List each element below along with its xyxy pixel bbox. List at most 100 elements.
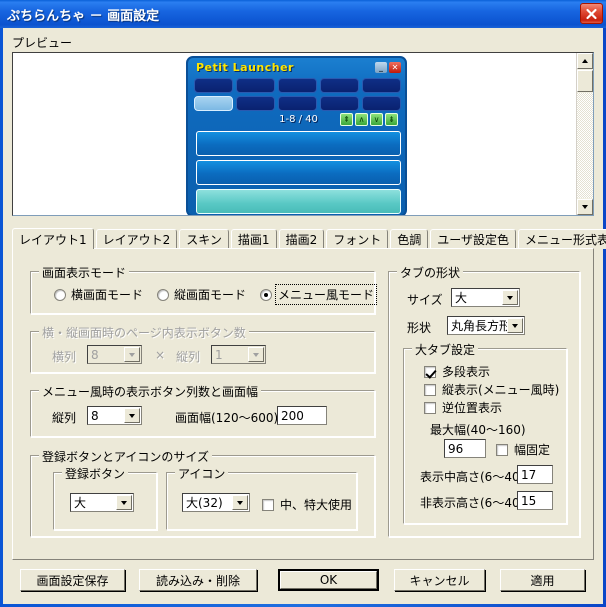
tab-draw1[interactable]: 描画1 — [230, 229, 277, 249]
chevron-down-icon — [124, 347, 140, 362]
minimize-icon: _ — [375, 62, 387, 73]
use-mid-xl-checkbox[interactable]: 中、特大使用 — [262, 496, 352, 513]
shown-height-input[interactable]: 17 — [517, 465, 553, 484]
preview-box: Petit Launcher _ ✕ 1-8 / 40 ⇞ ∧ ∨ ⇟ — [12, 52, 594, 216]
chevron-down-icon[interactable] — [124, 408, 140, 423]
mini-tab-grid — [194, 78, 403, 114]
tab-label: フォント — [333, 233, 382, 247]
mini-nav-buttons: ⇞ ∧ ∨ ⇟ — [340, 113, 398, 126]
scroll-down-icon[interactable] — [577, 199, 593, 215]
tab-size-combo[interactable]: 大 — [451, 288, 520, 307]
tab-label: メニュー形式表示 — [525, 233, 606, 247]
mini-button-list — [196, 131, 401, 215]
tab-menu-style[interactable]: メニュー形式表示 — [518, 229, 606, 249]
max-width-label: 最大幅(40〜160) — [430, 423, 526, 437]
reverse-position-checkbox[interactable]: 逆位置表示 — [424, 399, 502, 416]
tab-skin[interactable]: スキン — [179, 229, 229, 249]
chevron-down-icon[interactable] — [502, 290, 518, 305]
mini-tab — [362, 78, 401, 93]
apply-button[interactable]: 適用 — [500, 569, 585, 591]
register-button-size-group: 登録ボタン 大 — [53, 465, 157, 530]
apply-label: 適用 — [530, 573, 555, 588]
page-button-count-group-title: 横・縦画面時のページ内表示ボタン数 — [39, 324, 249, 341]
max-width-input[interactable]: 96 — [444, 439, 486, 458]
mini-button-row — [196, 160, 401, 185]
tab-shape-group-title: タブの形状 — [397, 264, 464, 281]
triangle-up-icon — [582, 59, 588, 63]
preview-scrollbar[interactable] — [576, 53, 593, 215]
mini-tab — [278, 78, 317, 93]
tab-font[interactable]: フォント — [326, 229, 389, 249]
tab-shape-value: 丸角長方形 — [451, 319, 512, 333]
icon-size-value: 大(32) — [186, 496, 223, 510]
first-page-icon: ⇞ — [340, 113, 353, 126]
close-icon[interactable] — [580, 3, 603, 24]
row-count-value: 8 — [91, 347, 99, 362]
col-count-value: 1 — [215, 347, 223, 362]
screen-width-label: 画面幅(120〜600) — [175, 411, 279, 425]
sizes-group: 登録ボタンとアイコンのサイズ 登録ボタン 大 アイコン 大(32) 中、特大使用 — [30, 448, 375, 537]
mini-tab — [194, 78, 233, 93]
tab-shape-combo[interactable]: 丸角長方形 — [447, 316, 525, 335]
mini-tab-row — [194, 78, 403, 93]
row-count-combo: 8 — [87, 345, 142, 364]
radio-dot — [54, 288, 66, 301]
mini-button-row — [196, 131, 401, 156]
chevron-down-icon[interactable] — [507, 318, 523, 333]
tab-layout1[interactable]: レイアウト1 — [12, 228, 94, 249]
menu-col-combo[interactable]: 8 — [87, 406, 142, 425]
radio-dot — [157, 288, 169, 301]
mini-window-buttons: _ ✕ — [375, 62, 401, 73]
title-bar: ぷちらんちゃ － 画面設定 — [0, 0, 606, 28]
mini-tab — [278, 96, 317, 111]
menu-col-value: 8 — [91, 408, 99, 423]
tab-label: 描画1 — [237, 233, 270, 247]
next-page-icon: ∨ — [370, 113, 383, 126]
client-area: プレビュー Petit Launcher _ ✕ 1-8 / 40 ⇞ ∧ ∨ … — [3, 28, 606, 604]
sizes-group-title: 登録ボタンとアイコンのサイズ — [39, 448, 213, 465]
radio-label: 横画面モード — [71, 288, 144, 302]
tab-size-label: サイズ — [407, 293, 443, 307]
fixed-width-checkbox[interactable]: 幅固定 — [496, 441, 550, 458]
tab-layout2[interactable]: レイアウト2 — [95, 229, 178, 249]
scroll-track[interactable] — [577, 93, 593, 198]
scroll-up-icon[interactable] — [577, 53, 593, 69]
cancel-button[interactable]: キャンセル — [394, 569, 485, 591]
triangle-down-icon — [582, 205, 588, 209]
register-button-size-combo[interactable]: 大 — [70, 493, 134, 512]
chevron-down-icon[interactable] — [232, 495, 248, 510]
menu-mode-group: メニュー風時の表示ボタン列数と画面幅 縦列 8 画面幅(120〜600) 200 — [30, 383, 375, 437]
icon-size-combo[interactable]: 大(32) — [182, 493, 250, 512]
display-mode-group: 画面表示モード 横画面モード 縦画面モード メニュー風モード — [30, 264, 378, 314]
col-count-combo: 1 — [211, 345, 266, 364]
radio-menu-mode[interactable]: メニュー風モード — [260, 284, 378, 305]
window-title: ぷちらんちゃ － 画面設定 — [7, 8, 160, 24]
chevron-down-icon[interactable] — [116, 495, 132, 510]
radio-portrait-mode[interactable]: 縦画面モード — [157, 286, 246, 303]
mini-tab — [362, 96, 401, 111]
checkbox-label: 中、特大使用 — [280, 498, 353, 512]
ok-button[interactable]: OK — [278, 569, 379, 591]
tab-user-colors[interactable]: ユーザ設定色 — [430, 229, 516, 249]
screen-width-input[interactable]: 200 — [277, 406, 327, 425]
radio-landscape-mode[interactable]: 横画面モード — [54, 286, 143, 303]
multi-row-display-checkbox[interactable]: 多段表示 — [424, 363, 490, 380]
scroll-thumb[interactable] — [577, 70, 593, 92]
tab-draw2[interactable]: 描画2 — [278, 229, 325, 249]
vertical-display-checkbox[interactable]: 縦表示(メニュー風時) — [424, 381, 559, 398]
save-settings-button[interactable]: 画面設定保存 — [20, 569, 125, 591]
mini-button-row-highlighted — [196, 189, 401, 214]
hidden-height-input[interactable]: 15 — [517, 491, 553, 510]
icon-size-title: アイコン — [175, 465, 229, 482]
mini-tab — [236, 96, 275, 111]
close-glyph — [586, 8, 597, 19]
display-mode-group-title: 画面表示モード — [39, 264, 130, 281]
checkbox-box — [496, 443, 508, 456]
checkbox-label: 多段表示 — [442, 365, 491, 379]
tab-label: 描画2 — [285, 233, 318, 247]
radio-dot — [260, 288, 272, 301]
tab-tone[interactable]: 色調 — [390, 229, 429, 249]
load-delete-button[interactable]: 読み込み・削除 — [139, 569, 257, 591]
register-button-size-title: 登録ボタン — [62, 465, 129, 482]
tab-label: レイアウト1 — [19, 232, 87, 247]
